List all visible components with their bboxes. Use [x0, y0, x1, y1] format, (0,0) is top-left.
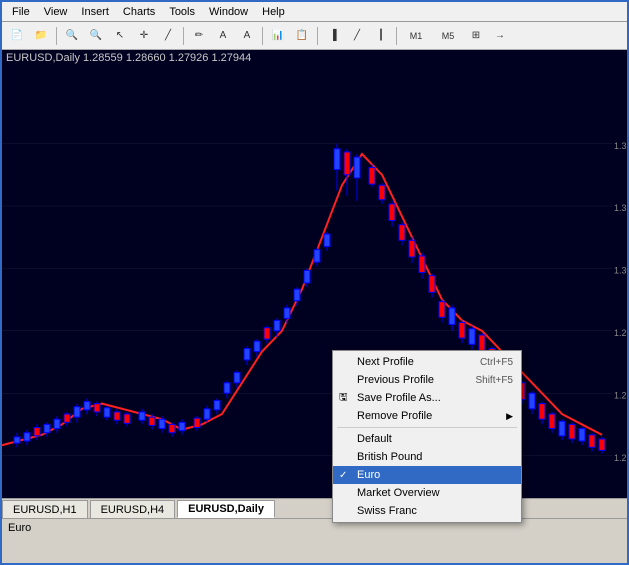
ctx-british-pound[interactable]: British Pound: [333, 448, 521, 466]
period-m1[interactable]: M1: [401, 25, 431, 47]
ctx-euro-label: Euro: [357, 469, 380, 481]
scroll-right-btn[interactable]: →: [489, 25, 511, 47]
status-text: Euro: [8, 522, 31, 534]
ctx-euro[interactable]: ✓ Euro: [333, 466, 521, 484]
ctx-swiss-franc-label: Swiss Franc: [357, 505, 417, 517]
chart-area[interactable]: EURUSD,Daily 1.28559 1.28660 1.27926 1.2…: [2, 50, 629, 518]
svg-text:1.3000: 1.3000: [614, 265, 629, 275]
menu-view[interactable]: View: [38, 5, 74, 19]
ctx-next-profile[interactable]: Next Profile Ctrl+F5: [333, 353, 521, 371]
toolbar-sep-5: [396, 27, 397, 45]
ctx-british-pound-label: British Pound: [357, 451, 422, 463]
ctx-market-overview[interactable]: Market Overview: [333, 484, 521, 502]
chart-tabs: EURUSD,H1 EURUSD,H4 EURUSD,Daily: [2, 498, 629, 518]
menu-file[interactable]: File: [6, 5, 36, 19]
toolbar-sep-3: [262, 27, 263, 45]
svg-text:1.3100: 1.3100: [614, 203, 629, 213]
ctx-next-profile-label: Next Profile: [357, 356, 414, 368]
ctx-next-profile-shortcut: Ctrl+F5: [480, 357, 513, 368]
toolbar-sep-2: [183, 27, 184, 45]
autoscroll-btn[interactable]: ⊞: [465, 25, 487, 47]
chart-symbol-label: EURUSD,Daily 1.28559 1.28660 1.27926 1.2…: [6, 52, 251, 64]
open-btn[interactable]: 📁: [30, 25, 52, 47]
text-btn[interactable]: A: [212, 25, 234, 47]
svg-text:1.3200: 1.3200: [614, 141, 629, 151]
tab-eurusd-daily[interactable]: EURUSD,Daily: [177, 500, 275, 518]
ctx-save-profile[interactable]: 🖫 Save Profile As...: [333, 389, 521, 407]
ctx-previous-profile[interactable]: Previous Profile Shift+F5: [333, 371, 521, 389]
toolbar-sep-1: [56, 27, 57, 45]
toolbar-sep-4: [317, 27, 318, 45]
indicators-btn[interactable]: 📊: [267, 25, 289, 47]
toolbar: 📄 📁 🔍 🔍 ↖ ✛ ╱ ✏ A A 📊 📋 ▐ ╱ ┃ M1 M5 ⊞ →: [2, 22, 627, 50]
menu-window[interactable]: Window: [203, 5, 254, 19]
svg-text:1.2800: 1.2800: [614, 390, 629, 400]
price-chart: 19 Sep 2012 10 Oct 2012 29 Oct 2012 20 N…: [2, 50, 629, 518]
status-bar: Euro: [2, 518, 627, 536]
candle-chart-btn[interactable]: ┃: [370, 25, 392, 47]
tab-eurusd-h1[interactable]: EURUSD,H1: [2, 500, 88, 518]
ctx-save-profile-label: Save Profile As...: [357, 392, 441, 404]
bar-chart-btn[interactable]: ▐: [322, 25, 344, 47]
ctx-separator-1: [337, 427, 517, 428]
menu-tools[interactable]: Tools: [163, 5, 201, 19]
ctx-remove-profile-label: Remove Profile: [357, 410, 432, 422]
menu-bar: File View Insert Charts Tools Window Hel…: [2, 2, 627, 22]
ctx-default-label: Default: [357, 433, 392, 445]
context-menu: Next Profile Ctrl+F5 Previous Profile Sh…: [332, 350, 522, 523]
new-chart-btn[interactable]: 📄: [6, 25, 28, 47]
save-profile-icon: 🖫: [339, 390, 348, 407]
menu-help[interactable]: Help: [256, 5, 291, 19]
svg-text:1.2700: 1.2700: [614, 453, 629, 463]
menu-charts[interactable]: Charts: [117, 5, 161, 19]
tab-eurusd-h4[interactable]: EURUSD,H4: [90, 500, 176, 518]
line-btn[interactable]: ╱: [157, 25, 179, 47]
cursor-btn[interactable]: ↖: [109, 25, 131, 47]
pencil-btn[interactable]: ✏: [188, 25, 210, 47]
ctx-previous-profile-shortcut: Shift+F5: [475, 375, 513, 386]
ctx-market-overview-label: Market Overview: [357, 487, 440, 499]
ctx-swiss-franc[interactable]: Swiss Franc: [333, 502, 521, 520]
zoom-out-btn[interactable]: 🔍: [85, 25, 107, 47]
ctx-remove-submenu-icon: ▶: [506, 411, 513, 422]
ctx-previous-profile-label: Previous Profile: [357, 374, 434, 386]
templates-btn[interactable]: 📋: [291, 25, 313, 47]
period-m5[interactable]: M5: [433, 25, 463, 47]
ctx-default[interactable]: Default: [333, 430, 521, 448]
period-btn[interactable]: A: [236, 25, 258, 47]
menu-insert[interactable]: Insert: [75, 5, 115, 19]
line-chart-btn[interactable]: ╱: [346, 25, 368, 47]
svg-text:1.2900: 1.2900: [614, 328, 629, 338]
ctx-euro-check: ✓: [339, 470, 347, 481]
main-window: File View Insert Charts Tools Window Hel…: [0, 0, 629, 565]
zoom-in-btn[interactable]: 🔍: [61, 25, 83, 47]
ctx-remove-profile[interactable]: Remove Profile ▶: [333, 407, 521, 425]
crosshair-btn[interactable]: ✛: [133, 25, 155, 47]
